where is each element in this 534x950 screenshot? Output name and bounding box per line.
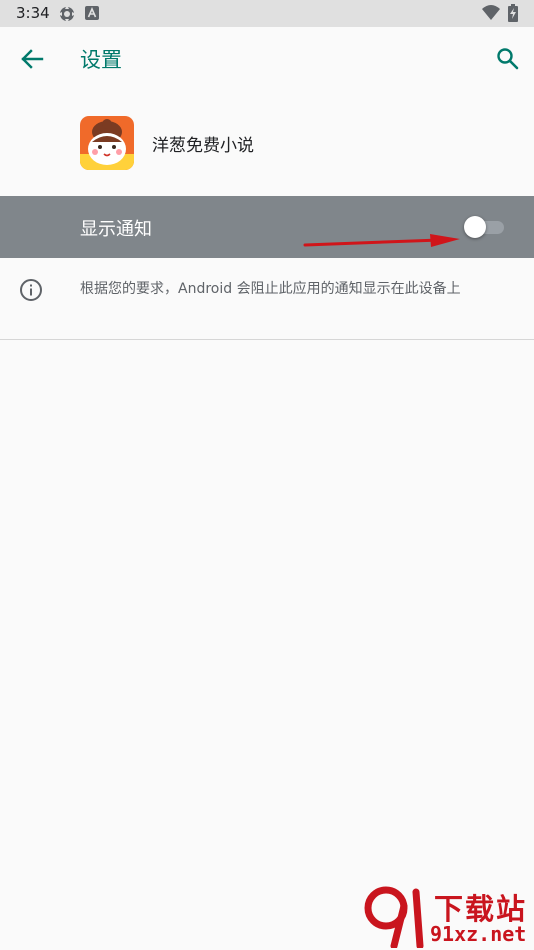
back-button[interactable]	[12, 39, 52, 79]
settings-gear-status-icon	[58, 5, 76, 23]
info-icon	[20, 279, 42, 301]
watermark-logo-icon	[364, 886, 424, 948]
arrow-back-icon	[21, 49, 44, 69]
a-badge-status-icon	[85, 6, 99, 20]
status-bar: 3:34	[0, 0, 534, 27]
app-icon	[80, 116, 134, 170]
battery-charging-icon	[508, 4, 518, 22]
show-notifications-label: 显示通知	[80, 219, 152, 240]
annotation-arrow	[303, 234, 460, 247]
wifi-icon	[482, 5, 500, 20]
watermark-domain: 91xz.net	[430, 922, 527, 946]
app-bar: 设置	[0, 27, 534, 91]
page-title: 设置	[80, 48, 122, 72]
search-icon	[497, 48, 519, 70]
watermark: 下载站 91xz.net	[364, 884, 534, 948]
app-header: 洋葱免费小说	[0, 91, 534, 196]
toggle-thumb	[464, 216, 486, 238]
app-name: 洋葱免费小说	[152, 136, 254, 156]
divider	[0, 339, 534, 340]
show-notifications-toggle[interactable]	[464, 215, 506, 239]
info-row: 根据您的要求，Android 会阻止此应用的通知显示在此设备上	[0, 258, 534, 339]
status-time: 3:34	[16, 4, 50, 22]
info-text: 根据您的要求，Android 会阻止此应用的通知显示在此设备上	[80, 281, 461, 297]
search-button[interactable]	[488, 39, 528, 79]
